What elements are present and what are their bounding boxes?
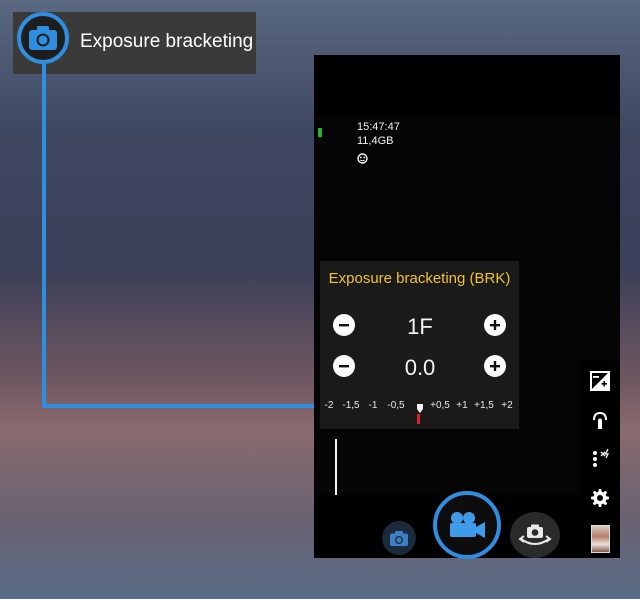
bracketing-panel: Exposure bracketing (BRK) 1F 0.0 -2 -1,5… <box>320 261 519 429</box>
scale-label: +1,5 <box>474 400 494 411</box>
gallery-thumbnail[interactable] <box>591 525 610 553</box>
frames-value: 1F <box>407 314 433 339</box>
frames-increase-button[interactable] <box>484 314 506 336</box>
callout-title: Exposure bracketing <box>80 31 254 52</box>
callout-connector-horizontal <box>42 404 314 408</box>
touch-icon[interactable] <box>589 409 611 431</box>
flash-menu-icon[interactable] <box>589 448 611 470</box>
frames-decrease-button[interactable] <box>333 314 355 336</box>
camera-screen: 15:47:47 11,4GB Exposure bracketing (BRK… <box>314 55 620 559</box>
settings-gear-icon[interactable] <box>589 487 611 509</box>
ev-increase-button[interactable] <box>484 355 506 377</box>
battery-indicator <box>318 128 322 137</box>
callout-camera-icon <box>17 12 69 64</box>
scale-label: -0,5 <box>387 400 405 411</box>
switch-camera-icon <box>518 524 552 545</box>
top-bar <box>314 55 620 117</box>
minus-icon <box>339 365 349 368</box>
right-toolbar <box>579 361 620 558</box>
exposure-icon[interactable] <box>589 370 611 392</box>
plus-icon <box>490 361 500 371</box>
scale-label: +0,5 <box>430 400 450 411</box>
video-camera-icon <box>450 512 485 538</box>
scale-label: -2 <box>324 400 334 411</box>
scale-label: +1 <box>456 400 468 411</box>
photo-mode-button[interactable] <box>382 521 416 555</box>
video-record-button[interactable] <box>433 491 501 559</box>
ev-decrease-button[interactable] <box>333 355 355 377</box>
ev-current-indicator <box>417 414 420 424</box>
scale-label: +2 <box>501 400 513 411</box>
scale-label: -1,5 <box>342 400 360 411</box>
camera-icon <box>390 530 408 546</box>
callout-connector-vertical <box>42 64 46 408</box>
storage-text: 11,4GB <box>357 135 394 147</box>
panel-title: Exposure bracketing (BRK) <box>328 270 511 287</box>
ev-value: 0.0 <box>404 355 436 380</box>
switch-camera-button[interactable] <box>510 512 560 558</box>
clock-text: 15:47:47 <box>357 121 400 133</box>
scale-label: -1 <box>368 400 378 411</box>
plus-icon <box>490 320 500 330</box>
minus-icon <box>339 324 349 327</box>
face-detect-icon <box>357 151 368 169</box>
